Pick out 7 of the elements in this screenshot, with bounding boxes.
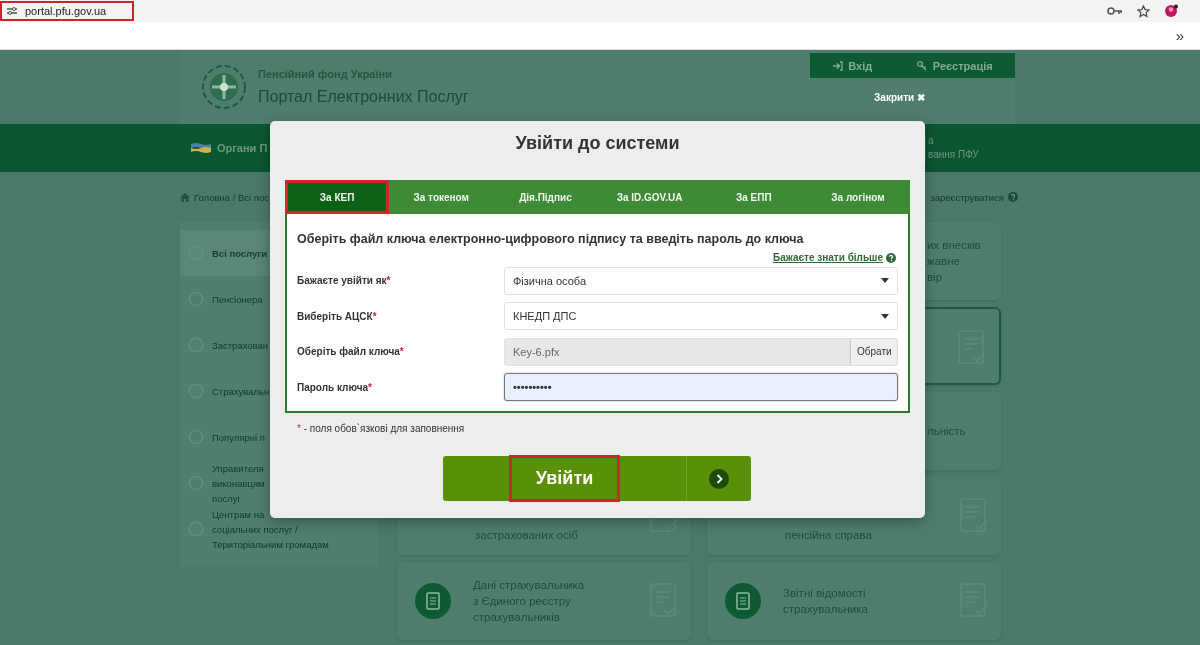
field-label: Виберіть АЦСК* bbox=[297, 310, 378, 322]
form-heading: Оберіть файл ключа електронно-цифрового підпису та введіть пароль до ключа bbox=[297, 231, 805, 246]
required-note: * - поля обов`язкові для заповнення bbox=[296, 422, 466, 434]
field-label: Оберіть файл ключа* bbox=[297, 346, 405, 358]
dialog-title: Увійти до системи bbox=[514, 132, 681, 155]
field-label: Бажаєте увійти як* bbox=[297, 275, 392, 287]
field-label: Пароль ключа* bbox=[297, 381, 373, 393]
